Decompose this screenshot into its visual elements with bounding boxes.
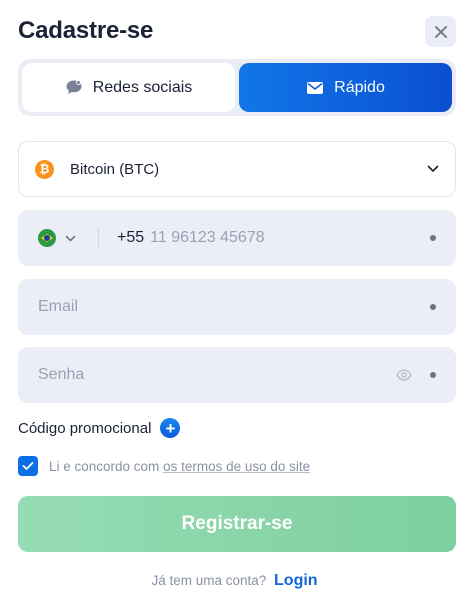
registration-tabs: Redes sociais Rápido — [18, 59, 456, 116]
promo-code-label: Código promocional — [18, 419, 152, 437]
login-footer: Já tem uma conta? Login — [0, 572, 469, 590]
email-input[interactable] — [38, 298, 430, 316]
checkmark-icon — [22, 462, 34, 470]
country-code-select[interactable] — [38, 229, 76, 247]
required-dot-icon — [430, 235, 436, 241]
required-dot-icon — [430, 304, 436, 310]
phone-prefix: +55 — [117, 229, 145, 246]
email-field — [18, 279, 456, 335]
divider — [98, 228, 99, 248]
login-link[interactable]: Login — [274, 572, 318, 589]
terms-link[interactable]: os termos de uso do site — [163, 459, 310, 474]
phone-input[interactable] — [150, 229, 430, 247]
terms-text: Li e concordo com os termos de uso do si… — [49, 459, 310, 474]
password-field — [18, 347, 456, 403]
required-dot-icon — [430, 372, 436, 378]
tab-social-networks[interactable]: Redes sociais — [22, 63, 235, 112]
chevron-down-icon — [65, 235, 76, 241]
chevron-down-icon — [427, 165, 439, 172]
currency-label: Bitcoin (BTC) — [70, 160, 160, 178]
chat-bubble-icon — [66, 80, 82, 94]
tab-quick-label: Rápido — [334, 78, 385, 96]
currency-select[interactable]: ₿ Bitcoin (BTC) — [18, 141, 456, 197]
envelope-icon — [307, 81, 324, 94]
tab-quick[interactable]: Rápido — [239, 63, 452, 112]
page-title: Cadastre-se — [18, 17, 154, 44]
close-icon — [434, 25, 447, 38]
terms-checkbox[interactable] — [18, 456, 38, 476]
register-button[interactable]: Registrar-se — [18, 496, 456, 552]
login-prompt: Já tem uma conta? — [151, 573, 267, 588]
phone-field: +55 — [18, 210, 456, 266]
add-promo-code-button[interactable]: + — [160, 418, 181, 438]
tab-social-networks-label: Redes sociais — [92, 78, 193, 96]
promo-code-row: Código promocional + — [18, 418, 181, 438]
show-password-button[interactable] — [396, 369, 412, 381]
password-input[interactable] — [38, 366, 396, 384]
bitcoin-icon: ₿ — [35, 159, 54, 179]
terms-row: Li e concordo com os termos de uso do si… — [18, 456, 310, 476]
brazil-flag-icon — [38, 229, 56, 247]
terms-prefix: Li e concordo com — [49, 458, 160, 474]
close-button[interactable] — [425, 16, 456, 47]
eye-icon — [396, 369, 412, 381]
